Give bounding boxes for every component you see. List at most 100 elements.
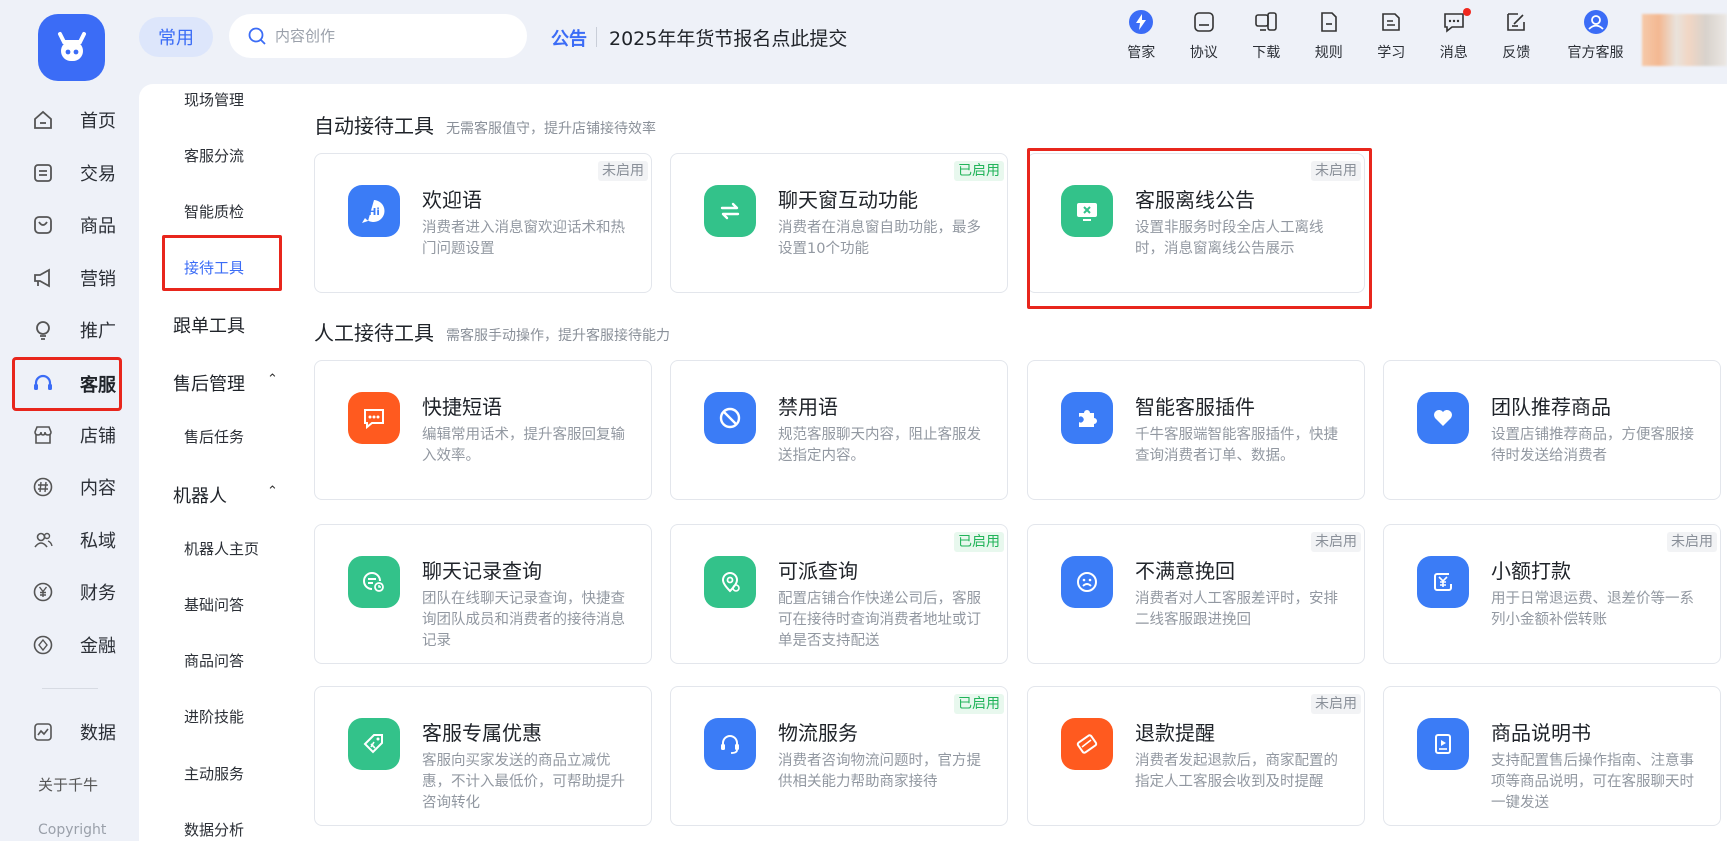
coupon-tag-icon <box>348 718 400 770</box>
sidebar-item-customer-service[interactable]: 客服 <box>12 356 122 411</box>
chevron-up-icon[interactable]: ⌃ <box>267 372 278 387</box>
status-badge: 未启用 <box>598 161 648 181</box>
toolbar-label: 下载 <box>1252 45 1281 61</box>
sidebar-item-label: 客服 <box>80 374 116 396</box>
card-title: 快捷短语 <box>422 395 502 419</box>
tool-card-logistics-service[interactable]: 物流服务 消费者咨询物流问题时，官方提供相关能力帮助商家接待 已启用 <box>670 686 1008 826</box>
card-title: 团队推荐商品 <box>1491 395 1611 419</box>
search-input[interactable] <box>275 27 495 45</box>
megaphone-icon <box>32 267 54 289</box>
submenu-robot-group[interactable]: 机器人 <box>173 482 227 508</box>
app-logo[interactable] <box>38 14 105 81</box>
manual-play-icon <box>1417 718 1469 770</box>
card-desc: 团队在线聊天记录查询，快捷查询团队成员和消费者的接待消息记录 <box>422 591 625 649</box>
order-icon <box>32 162 54 184</box>
forbidden-icon <box>704 392 756 444</box>
submenu-advanced[interactable]: 进阶技能 <box>184 706 244 727</box>
sidebar-item-label: 首页 <box>80 111 116 133</box>
tool-card-forbidden-words[interactable]: 禁用语 规范客服聊天内容，阻止客服发送指定内容。 <box>670 360 1008 500</box>
notice-link[interactable]: 2025年年货节报名点此提交 <box>609 24 847 51</box>
sidebar-item-content[interactable]: 内容 <box>14 461 120 514</box>
tool-card-exclusive-discount[interactable]: 客服专属优惠 客服向买家发送的商品立减优惠，不计入最低价，可帮助提升咨询转化 <box>314 686 652 826</box>
search-box[interactable] <box>229 14 527 58</box>
sidebar-item-banking[interactable]: 金融 <box>14 619 120 672</box>
card-desc: 消费者发起退款后，商家配置的指定人工客服会收到及时提醒 <box>1135 753 1338 790</box>
chevron-up-icon[interactable]: ⌃ <box>267 484 278 499</box>
tool-card-small-payment[interactable]: 小额打款 用于日常退运费、退差价等一系列小金额补偿转账 未启用 <box>1383 524 1721 664</box>
toolbar-feedback[interactable]: 反馈 <box>1485 8 1548 62</box>
toolbar-messages[interactable]: 消息 <box>1423 8 1486 62</box>
download-device-icon <box>1252 8 1280 36</box>
hi-bubble-icon: Hi <box>348 185 400 237</box>
sidebar-item-shop[interactable]: 店铺 <box>14 409 120 462</box>
status-badge: 未启用 <box>1667 532 1717 552</box>
card-title: 可派查询 <box>778 559 858 583</box>
finance-icon <box>32 634 54 656</box>
tool-card-product-manual[interactable]: 商品说明书 支持配置售后操作指南、注意事项等商品说明，可在客服聊天时一键发送 <box>1383 686 1721 826</box>
toolbar-butler[interactable]: 管家 <box>1110 8 1173 62</box>
section-title: 人工接待工具 <box>314 321 434 345</box>
toolbar-label: 协议 <box>1189 45 1218 61</box>
tool-card-dissatisfaction-recovery[interactable]: 不满意挽回 消费者对人工客服差评时，安排二线客服跟进挽回 未启用 <box>1027 524 1365 664</box>
card-desc: 支持配置售后操作指南、注意事项等商品说明，可在客服聊天时一键发送 <box>1491 753 1694 811</box>
avatar[interactable] <box>1642 14 1727 66</box>
submenu-tools[interactable]: 接待工具 <box>184 257 244 278</box>
tool-card-team-recommend[interactable]: 团队推荐商品 设置店铺推荐商品，方便客服接待时发送给消费者 <box>1383 360 1721 500</box>
headset-icon <box>32 373 54 395</box>
tool-card-delivery-query[interactable]: 可派查询 配置店铺合作快递公司后，客服可在接待时查询消费者地址或订单是否支持配送… <box>670 524 1008 664</box>
svg-text:Hi: Hi <box>368 207 380 218</box>
toolbar-label: 学习 <box>1377 45 1406 61</box>
sidebar-item-finance[interactable]: 财务 <box>14 566 120 619</box>
toolbar-protocol[interactable]: 协议 <box>1173 8 1236 62</box>
tool-card-refund-reminder[interactable]: 退款提醒 消费者发起退款后，商家配置的指定人工客服会收到及时提醒 未启用 <box>1027 686 1365 826</box>
card-title: 智能客服插件 <box>1135 395 1255 419</box>
refund-card-icon <box>1061 718 1113 770</box>
submenu-aftersale-group[interactable]: 售后管理 <box>173 370 245 396</box>
status-badge: 已启用 <box>954 532 1004 552</box>
tool-card-chat-interaction[interactable]: 聊天窗互动功能 消费者在消息窗自助功能，最多设置10个功能 已启用 <box>670 153 1008 293</box>
submenu-aftersale-task[interactable]: 售后任务 <box>184 426 244 447</box>
submenu-routing[interactable]: 客服分流 <box>184 145 244 166</box>
submenu-analysis[interactable]: 数据分析 <box>184 819 244 840</box>
status-badge: 已启用 <box>954 161 1004 181</box>
submenu-qc[interactable]: 智能质检 <box>184 201 244 222</box>
sidebar-item-data[interactable]: 数据 <box>14 706 120 759</box>
about-link[interactable]: 关于千牛 <box>38 774 98 795</box>
shop-icon <box>32 424 54 446</box>
search-icon <box>247 26 267 46</box>
sidebar-item-promotion[interactable]: 推广 <box>14 304 120 357</box>
toolbar-learn[interactable]: 学习 <box>1360 8 1423 62</box>
toolbar-label: 官方客服 <box>1567 45 1624 61</box>
toolbar-official-service[interactable]: 官方客服 <box>1548 8 1644 62</box>
tool-card-chat-history[interactable]: 聊天记录查询 团队在线聊天记录查询，快捷查询团队成员和消费者的接待消息记录 <box>314 524 652 664</box>
sidebar-item-trade[interactable]: 交易 <box>14 147 120 200</box>
submenu-goods-qa[interactable]: 商品问答 <box>184 650 244 671</box>
common-pill-button[interactable]: 常用 <box>139 17 213 57</box>
sidebar-item-label: 店铺 <box>80 425 116 447</box>
toolbar-download[interactable]: 下载 <box>1235 8 1298 62</box>
card-desc: 编辑常用话术，提升客服回复输入效率。 <box>422 427 625 464</box>
sidebar-item-label: 交易 <box>80 163 116 185</box>
sidebar-divider <box>42 688 98 689</box>
submenu-robot-home[interactable]: 机器人主页 <box>184 538 259 559</box>
tool-card-quick-phrases[interactable]: 快捷短语 编辑常用话术，提升客服回复输入效率。 <box>314 360 652 500</box>
highlight-box-offline-notice <box>1027 148 1372 309</box>
submenu-followup[interactable]: 跟单工具 <box>173 312 245 338</box>
toolbar-rules[interactable]: 规则 <box>1298 8 1361 62</box>
submenu-basic-qa[interactable]: 基础问答 <box>184 594 244 615</box>
sidebar-item-label: 营销 <box>80 268 116 290</box>
tool-card-smart-plugin[interactable]: 智能客服插件 千牛客服端智能客服插件，快捷查询消费者订单、数据。 <box>1027 360 1365 500</box>
chat-history-icon <box>348 556 400 608</box>
toolbar-label: 管家 <box>1127 45 1156 61</box>
home-icon <box>32 109 54 131</box>
sidebar-item-goods[interactable]: 商品 <box>14 199 120 252</box>
sidebar-item-marketing[interactable]: 营销 <box>14 252 120 305</box>
puzzle-icon <box>1061 392 1113 444</box>
sidebar-item-private-domain[interactable]: 私域 <box>14 514 120 567</box>
submenu-active-service[interactable]: 主动服务 <box>184 763 244 784</box>
card-desc: 规范客服聊天内容，阻止客服发送指定内容。 <box>778 427 981 464</box>
tool-card-welcome[interactable]: Hi 欢迎语 消费者进入消息窗欢迎话术和热门问题设置 未启用 <box>314 153 652 293</box>
main-sidebar: 首页 交易 商品 营销 推广 客服 店铺 内容 私域 财务 金融 <box>12 94 122 672</box>
submenu-onsite[interactable]: 现场管理 <box>184 89 244 110</box>
sidebar-item-home[interactable]: 首页 <box>14 94 120 147</box>
